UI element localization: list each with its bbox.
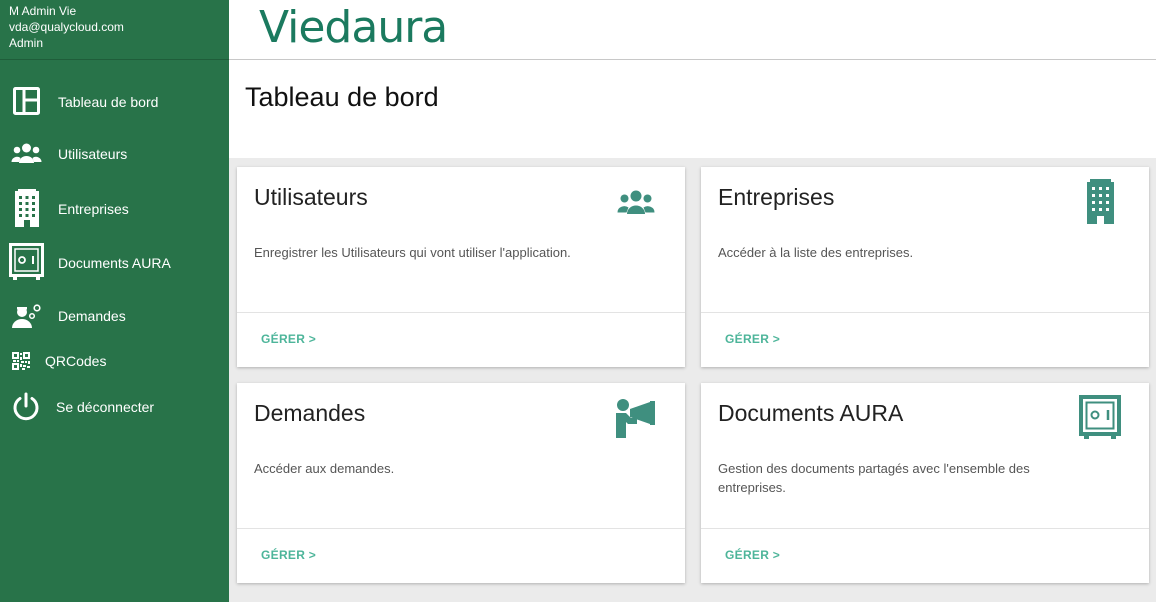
sidebar-item-label: Tableau de bord: [58, 94, 159, 110]
sidebar-item-documents[interactable]: Documents AURA: [0, 242, 229, 282]
card-documents: Documents AURA Gestion des documents par…: [701, 383, 1149, 583]
sidebar-item-label: Demandes: [58, 308, 126, 324]
card-description: Accéder aux demandes.: [254, 461, 395, 476]
building-icon: [15, 189, 39, 227]
sidebar-item-logout[interactable]: Se déconnecter: [0, 392, 229, 422]
header: Viedaura: [229, 0, 1156, 60]
card-footer: GÉRER >: [237, 528, 685, 583]
card-description: Enregistrer les Utilisateurs qui vont ut…: [254, 245, 571, 260]
card-title: Utilisateurs: [254, 184, 368, 210]
card-title: Demandes: [254, 400, 366, 426]
card-footer: GÉRER >: [701, 312, 1149, 367]
card-users: Utilisateurs Enregistrer les Utilisateur…: [237, 167, 685, 367]
card-companies: Entreprises Accéder à la liste des entre…: [701, 167, 1149, 367]
user-role: Admin: [9, 36, 44, 50]
dashboard-icon: [13, 87, 40, 115]
sidebar-item-label: QRCodes: [45, 353, 107, 369]
card-description: Gestion des documents partagés avec l'en…: [718, 461, 1030, 495]
user-email: vda@qualycloud.com: [9, 20, 124, 34]
page-title: Tableau de bord: [245, 82, 439, 112]
page-title-area: Tableau de bord: [229, 60, 1156, 158]
manage-users-link[interactable]: GÉRER >: [261, 332, 316, 346]
power-icon: [12, 392, 40, 421]
sidebar-item-qrcodes[interactable]: QRCodes: [0, 350, 229, 372]
card-title: Documents AURA: [718, 400, 904, 426]
card-description: Accéder à la liste des entreprises.: [718, 245, 914, 260]
sidebar-item-label: Utilisateurs: [58, 146, 128, 162]
user-info: M Admin Vie vda@qualycloud.com Admin: [0, 0, 229, 60]
qrcode-icon: [12, 352, 30, 370]
sidebar-item-label: Se déconnecter: [56, 399, 155, 415]
user-gear-icon: [12, 303, 42, 329]
card-footer: GÉRER >: [237, 312, 685, 367]
sidebar: M Admin Vie vda@qualycloud.com Admin Tab…: [0, 0, 229, 602]
manage-requests-link[interactable]: GÉRER >: [261, 548, 316, 562]
card-title: Entreprises: [718, 184, 835, 210]
users-icon: [11, 142, 42, 164]
sidebar-item-requests[interactable]: Demandes: [0, 302, 229, 330]
safe-icon: [1079, 395, 1121, 445]
manage-companies-link[interactable]: GÉRER >: [725, 332, 780, 346]
users-icon: [617, 189, 655, 220]
megaphone-user-icon: [615, 397, 657, 444]
sidebar-item-companies[interactable]: Entreprises: [0, 188, 229, 228]
sidebar-item-label: Documents AURA: [58, 255, 171, 271]
safe-icon: [9, 243, 44, 281]
sidebar-item-label: Entreprises: [58, 201, 129, 217]
user-name: M Admin Vie: [9, 4, 77, 18]
manage-documents-link[interactable]: GÉRER >: [725, 548, 780, 562]
card-requests: Demandes Accéder aux demandes. GÉRER >: [237, 383, 685, 583]
building-icon: [1087, 179, 1114, 229]
app-logo: Viedaura: [259, 2, 448, 53]
card-footer: GÉRER >: [701, 528, 1149, 583]
sidebar-item-users[interactable]: Utilisateurs: [0, 140, 229, 168]
sidebar-item-dashboard[interactable]: Tableau de bord: [0, 84, 229, 118]
